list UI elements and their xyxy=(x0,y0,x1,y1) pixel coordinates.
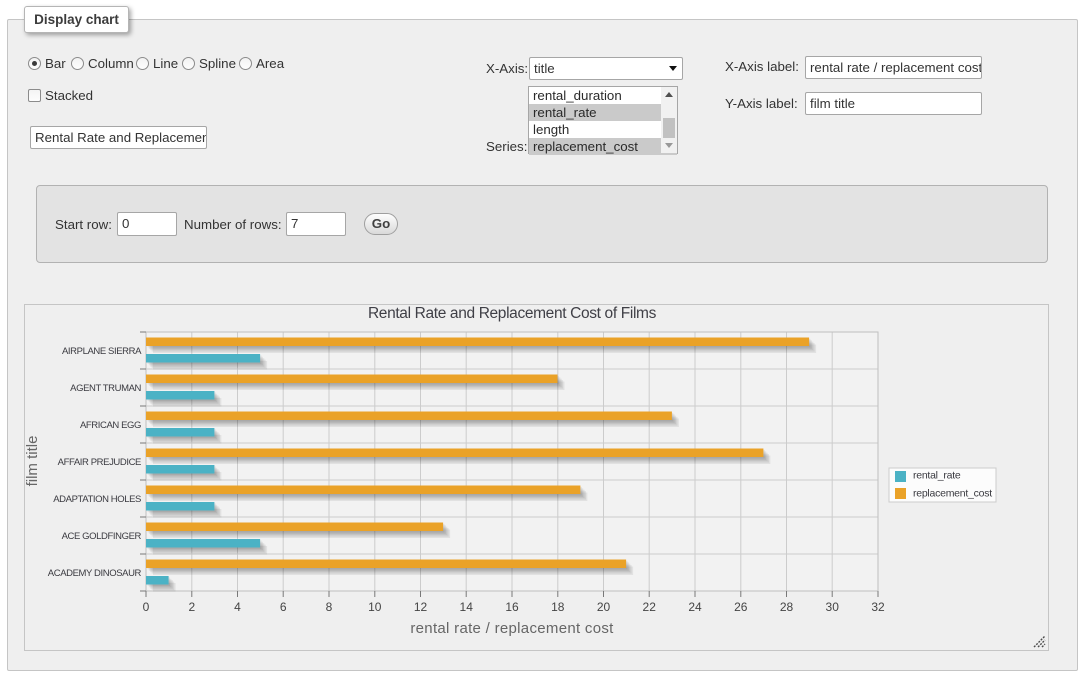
svg-text:6: 6 xyxy=(280,600,287,614)
svg-text:AFFAIR PREJUDICE: AFFAIR PREJUDICE xyxy=(58,457,141,468)
svg-text:30: 30 xyxy=(826,600,840,614)
svg-text:AGENT TRUMAN: AGENT TRUMAN xyxy=(70,383,141,394)
svg-text:24: 24 xyxy=(688,600,702,614)
svg-text:14: 14 xyxy=(460,600,474,614)
svg-text:2: 2 xyxy=(188,600,195,614)
svg-text:12: 12 xyxy=(414,600,428,614)
svg-text:rental_rate: rental_rate xyxy=(913,470,961,482)
svg-text:AIRPLANE SIERRA: AIRPLANE SIERRA xyxy=(62,346,142,357)
svg-text:26: 26 xyxy=(734,600,748,614)
svg-text:film title: film title xyxy=(25,436,41,487)
svg-text:16: 16 xyxy=(505,600,519,614)
svg-text:28: 28 xyxy=(780,600,794,614)
svg-text:Rental Rate and Replacement Co: Rental Rate and Replacement Cost of Film… xyxy=(368,305,657,322)
svg-text:10: 10 xyxy=(368,600,382,614)
svg-text:AFRICAN EGG: AFRICAN EGG xyxy=(80,420,141,431)
svg-text:ACE GOLDFINGER: ACE GOLDFINGER xyxy=(62,531,142,542)
svg-text:20: 20 xyxy=(597,600,611,614)
svg-text:replacement_cost: replacement_cost xyxy=(913,488,992,500)
svg-text:0: 0 xyxy=(143,600,150,614)
svg-text:22: 22 xyxy=(643,600,657,614)
svg-text:8: 8 xyxy=(326,600,333,614)
svg-text:ADAPTATION HOLES: ADAPTATION HOLES xyxy=(53,494,141,505)
svg-text:ACADEMY DINOSAUR: ACADEMY DINOSAUR xyxy=(48,568,142,579)
svg-text:4: 4 xyxy=(234,600,241,614)
svg-text:rental rate / replacement cost: rental rate / replacement cost xyxy=(410,620,614,637)
svg-text:18: 18 xyxy=(551,600,565,614)
svg-text:32: 32 xyxy=(871,600,885,614)
